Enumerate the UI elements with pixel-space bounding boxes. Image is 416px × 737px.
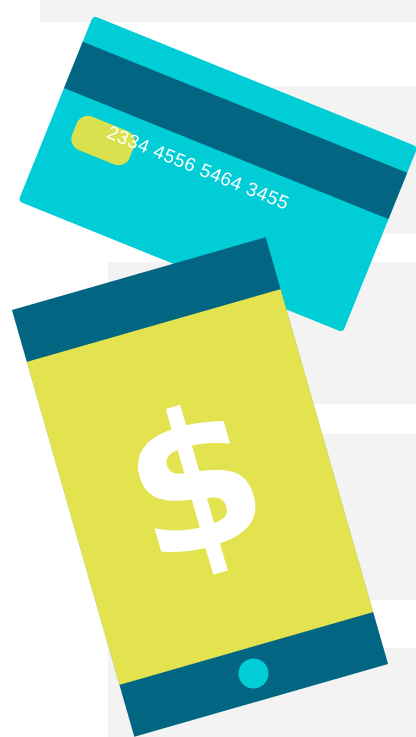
payment-illustration-stage: 2334 4556 5464 3455 $	[0, 0, 416, 737]
payment-illustration: 2334 4556 5464 3455 $	[11, 16, 416, 737]
